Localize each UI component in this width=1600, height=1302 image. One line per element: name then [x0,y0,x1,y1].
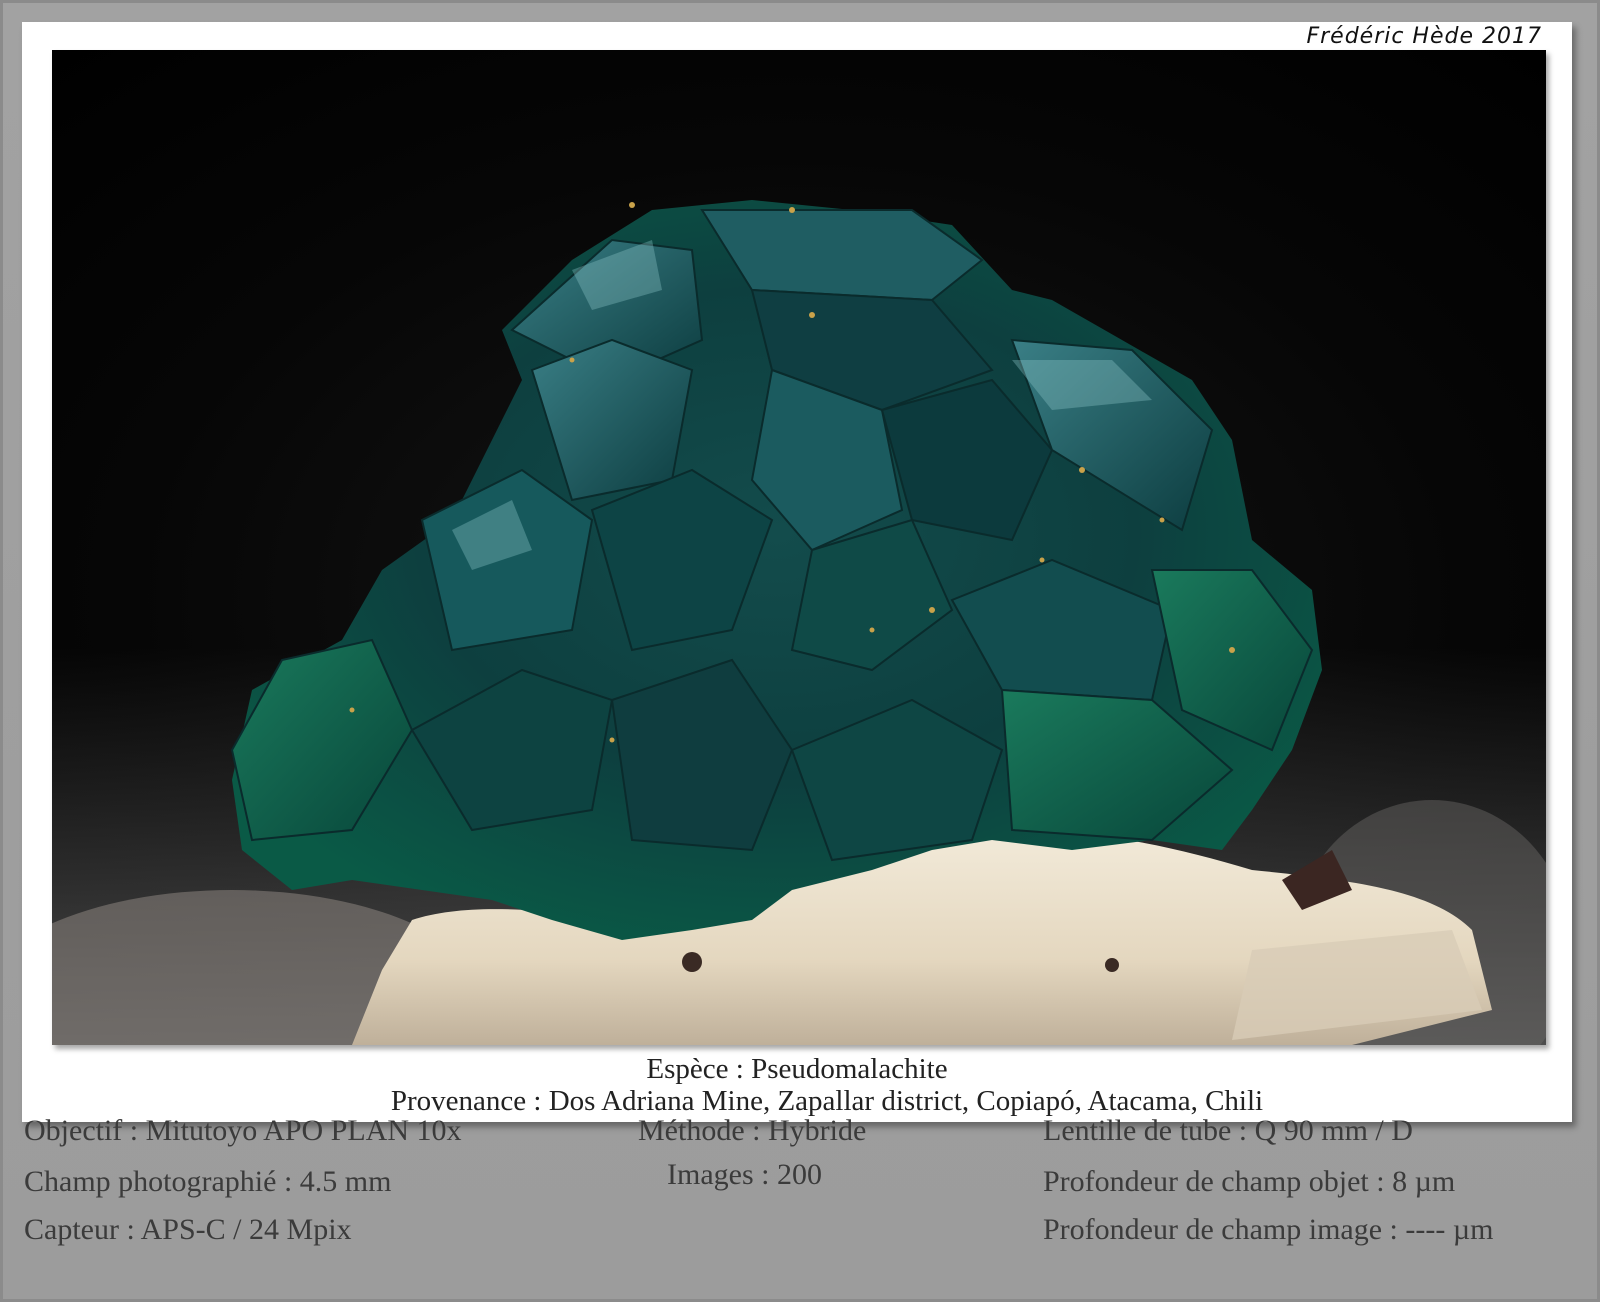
spec-image-dof: Profondeur de champ image : ---- µm [1043,1213,1494,1246]
spec-images: Images : 200 [667,1158,822,1191]
species-caption: Espèce : Pseudomalachite [646,1053,948,1085]
spec-objective: Objectif : Mitutoyo APO PLAN 10x [24,1114,462,1147]
photographer-signature: Frédéric Hède 2017 [1306,24,1542,49]
spec-field: Champ photographié : 4.5 mm [24,1165,392,1198]
spec-tube-lens: Lentille de tube : Q 90 mm / D [1043,1114,1413,1147]
spec-method: Méthode : Hybride [638,1114,867,1147]
mineral-specimen-illustration [52,50,1546,1045]
spec-object-dof: Profondeur de champ objet : 8 µm [1043,1165,1456,1198]
spec-sensor: Capteur : APS-C / 24 Mpix [24,1213,352,1246]
mineral-photo [52,50,1546,1045]
